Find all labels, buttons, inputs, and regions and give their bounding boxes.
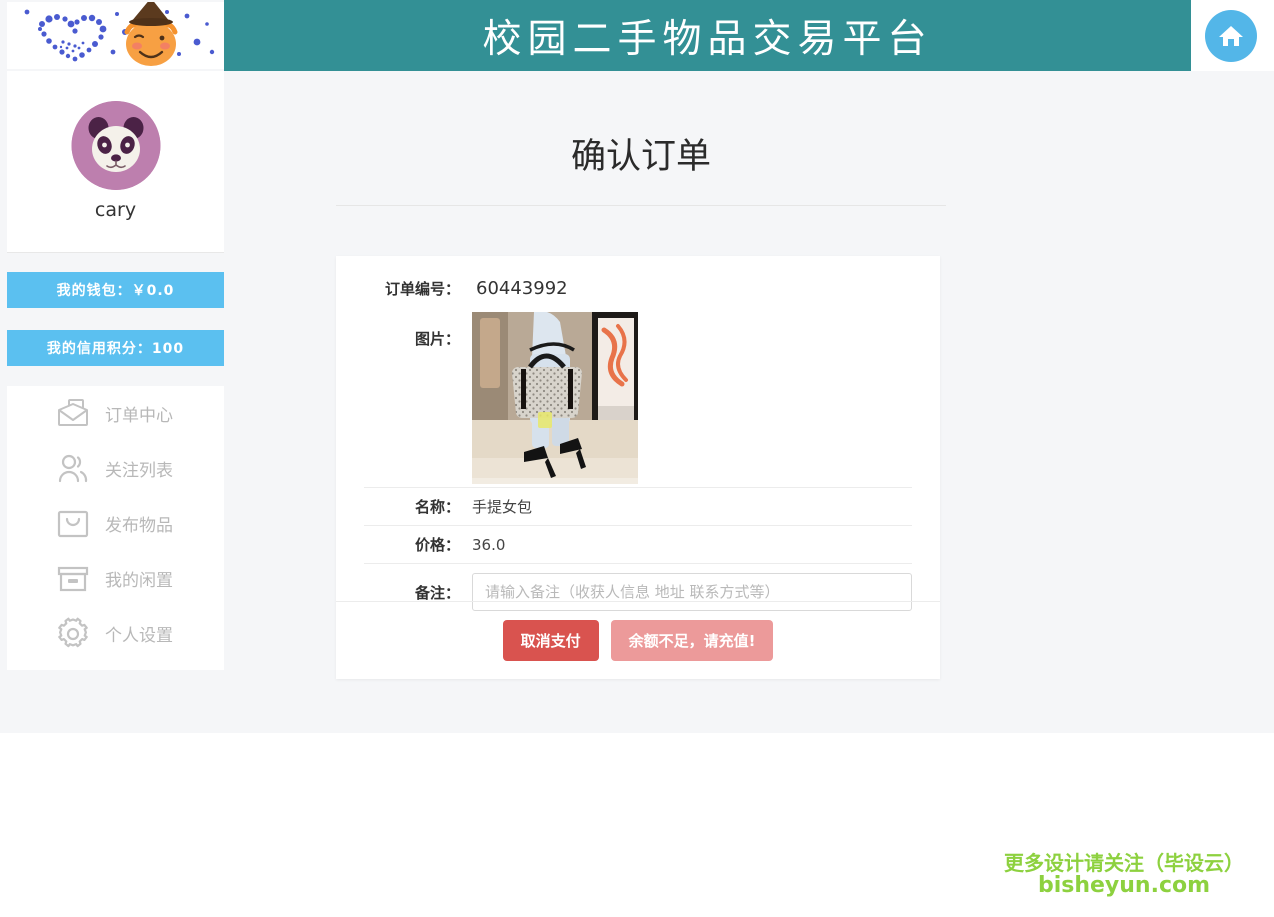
watermark-line-2: bisheyun.com xyxy=(1037,873,1211,899)
order-confirm-card: 订单编号： 60443992 图片： 名称： 手提女包 价格： 36.0 备注：… xyxy=(336,256,940,679)
product-price-label: 价格： xyxy=(414,536,460,554)
username: cary xyxy=(94,199,137,221)
product-image-label: 图片： xyxy=(414,330,460,348)
envelope-icon xyxy=(55,396,91,432)
product-name-label: 名称： xyxy=(414,498,460,516)
credit-score-button[interactable]: 我的信用积分：100 xyxy=(7,330,224,366)
dotted-heart-icon xyxy=(24,9,215,62)
sidebar-menu: 订单中心 关注列表 发布物品 我的闲置 个人设置 xyxy=(7,386,224,661)
site-title: 校园二手物品交易平台 xyxy=(482,16,933,62)
wallet-button[interactable]: 我的钱包：￥0.0 xyxy=(7,272,224,308)
insufficient-balance-button[interactable]: 余额不足，请充值! xyxy=(610,620,774,661)
sidebar: cary 我的钱包：￥0.0 我的信用积分：100 订单中心 关注列表 发布物品… xyxy=(0,0,224,733)
order-actions: 取消支付 余额不足，请充值! xyxy=(336,601,940,679)
sidebar-profile-card: cary xyxy=(7,71,224,253)
sidebar-item-order-center[interactable]: 订单中心 xyxy=(7,386,224,441)
product-price-row: 价格： 36.0 xyxy=(364,526,912,564)
home-icon xyxy=(1216,21,1246,51)
product-image[interactable] xyxy=(472,312,638,484)
sidebar-item-label: 订单中心 xyxy=(105,406,173,426)
order-note-label: 备注： xyxy=(414,583,460,602)
sidebar-item-publish-item[interactable]: 发布物品 xyxy=(7,496,224,551)
sidebar-item-label: 个人设置 xyxy=(105,626,173,646)
home-icon-button[interactable] xyxy=(1205,10,1257,62)
watermark-line-1: 更多设计请关注（毕设云） xyxy=(1004,850,1244,875)
sidebar-item-label: 发布物品 xyxy=(105,516,173,536)
watermark: 更多设计请关注（毕设云） bisheyun.com xyxy=(1004,852,1244,899)
order-fields: 订单编号： 60443992 图片： 名称： 手提女包 价格： 36.0 备注：… xyxy=(364,264,912,620)
product-image-row: 图片： xyxy=(364,312,912,488)
users-icon xyxy=(55,451,91,487)
cancel-payment-button[interactable]: 取消支付 xyxy=(502,620,599,661)
page-root: 校园二手物品交易平台 cary 我的钱包：￥0.0 我的信用积分：100 订单中… xyxy=(0,0,1274,917)
box-icon xyxy=(55,561,91,597)
product-name-value: 手提女包 xyxy=(472,498,533,516)
sidebar-item-my-idle[interactable]: 我的闲置 xyxy=(7,551,224,606)
gear-icon xyxy=(55,616,91,652)
order-number-row: 订单编号： 60443992 xyxy=(364,264,912,312)
sidebar-item-follow-list[interactable]: 关注列表 xyxy=(7,441,224,496)
bag-icon xyxy=(55,506,91,542)
product-price-value: 36.0 xyxy=(472,535,506,554)
sidebar-banner xyxy=(7,2,224,69)
order-number-value: 60443992 xyxy=(476,277,568,299)
product-name-row: 名称： 手提女包 xyxy=(364,488,912,526)
page-title: 确认订单 xyxy=(570,137,711,177)
order-number-label: 订单编号： xyxy=(384,279,460,298)
avatar[interactable] xyxy=(71,101,160,190)
title-divider xyxy=(336,205,946,206)
sidebar-item-personal-settings[interactable]: 个人设置 xyxy=(7,606,224,661)
sidebar-item-label: 关注列表 xyxy=(105,461,173,481)
sidebar-item-label: 我的闲置 xyxy=(105,571,173,591)
site-header: 校园二手物品交易平台 xyxy=(224,0,1191,71)
